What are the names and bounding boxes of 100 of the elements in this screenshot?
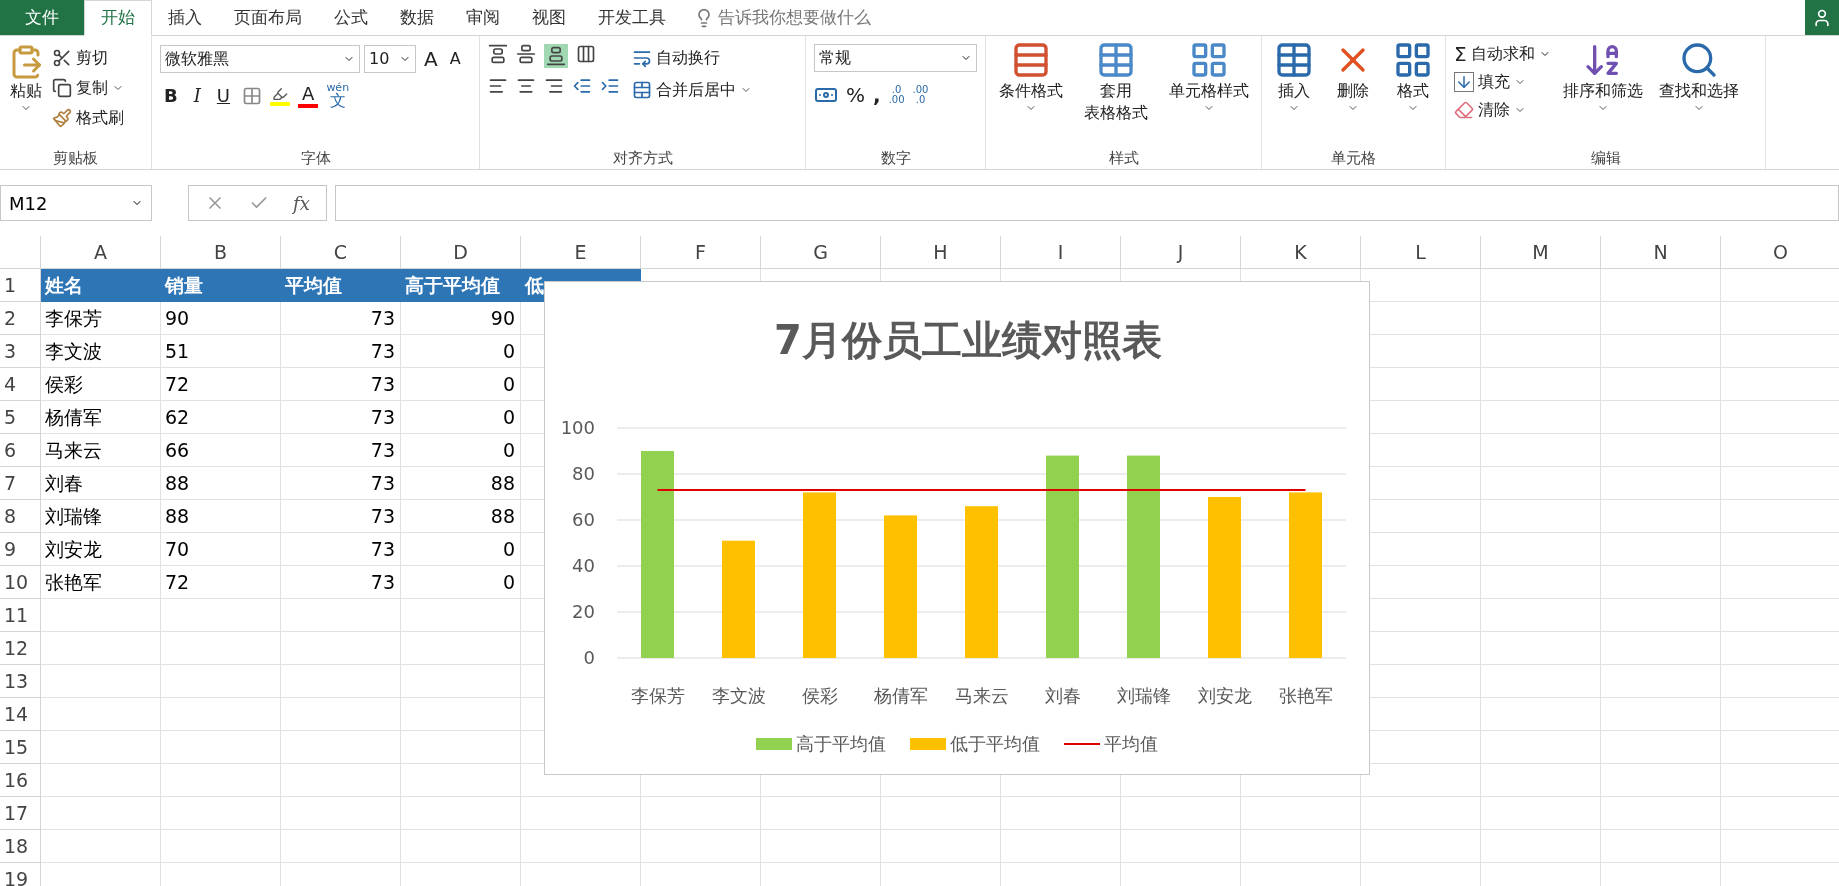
header-cell: 姓名 (41, 269, 161, 302)
column-header[interactable]: K (1241, 236, 1361, 269)
row-header[interactable]: 9 (0, 533, 41, 566)
table-cell-text: 马来云 (44, 438, 103, 464)
row-header[interactable]: 12 (0, 632, 41, 665)
row-header[interactable]: 17 (0, 797, 41, 830)
ribbon-button[interactable]: 合并后居中 (632, 76, 752, 104)
italic-button[interactable]: I (189, 82, 205, 109)
indent-increase-icon[interactable] (600, 76, 620, 96)
ribbon-button[interactable]: 套用 表格格式 (1079, 40, 1152, 147)
ribbon-button[interactable]: 单元格样式 (1164, 40, 1253, 147)
align-middle-icon[interactable] (516, 44, 536, 64)
bold-button[interactable]: B (160, 82, 182, 109)
ribbon-tab[interactable]: 审阅 (450, 0, 516, 35)
table-cell-text: 张艳军 (44, 570, 103, 596)
formula-field[interactable] (334, 185, 1839, 221)
ribbon-button[interactable]: 格式 (1389, 40, 1438, 147)
ribbon-button[interactable]: 插入 (1269, 40, 1318, 147)
column-header[interactable]: O (1721, 236, 1839, 269)
tell-me-field[interactable]: 告诉我你想要做什么 (718, 4, 938, 31)
legend-label: 高于平均值 (796, 732, 886, 756)
font-color-button[interactable]: A (298, 83, 319, 108)
category-label: 张艳军 (1278, 685, 1333, 706)
align-left-icon[interactable] (488, 76, 508, 96)
row-header[interactable]: 15 (0, 731, 41, 764)
column-header[interactable]: L (1361, 236, 1481, 269)
ribbon-button[interactable]: 自动换行 (632, 44, 752, 72)
indent-decrease-icon[interactable] (572, 76, 592, 96)
comma-button[interactable]: , (873, 80, 881, 110)
legend-swatch (756, 737, 792, 750)
number-format-field[interactable]: 常规 (814, 44, 977, 72)
align-bottom-icon[interactable] (544, 44, 568, 68)
table-cell-text: 88 (489, 504, 516, 530)
table-cell-text: 88 (164, 471, 191, 497)
column-header[interactable]: F (641, 236, 761, 269)
row-header[interactable]: 3 (0, 335, 41, 368)
category-label: 刘瑞锋 (1116, 685, 1171, 706)
row-header[interactable]: 13 (0, 665, 41, 698)
column-header[interactable]: H (881, 236, 1001, 269)
ribbon-button[interactable]: 查找和选择 (1654, 40, 1743, 147)
borders-icon[interactable] (242, 85, 263, 106)
scissors-icon (52, 48, 72, 68)
column-header[interactable]: M (1481, 236, 1601, 269)
table-cell-text: 73 (369, 438, 396, 464)
fill-color-icon[interactable] (270, 85, 291, 106)
table-cell-text: 刘瑞锋 (44, 504, 103, 530)
axis-tick-label: 100 (560, 417, 595, 438)
row-header[interactable]: 6 (0, 434, 41, 467)
ribbon-tab[interactable]: 视图 (516, 0, 582, 35)
font-name-field[interactable]: 微软雅黑 (160, 45, 360, 73)
row-header[interactable]: 8 (0, 500, 41, 533)
font-size-field[interactable]: 10 (364, 45, 416, 73)
ribbon-tab[interactable]: 公式 (318, 0, 384, 35)
ribbon-tab[interactable]: 页面布局 (218, 0, 318, 35)
ribbon-button[interactable]: 剪切 (52, 44, 124, 72)
align-top-icon[interactable] (488, 44, 508, 64)
ribbon-tab[interactable]: 插入 (152, 0, 218, 35)
phonetic-button[interactable]: wén 文 (326, 82, 350, 109)
row-header[interactable]: 4 (0, 368, 41, 401)
autosum-button[interactable]: Σ 自动求和 (1454, 40, 1551, 68)
table-cell-text: 侯彩 (44, 372, 84, 398)
grow-font-button[interactable]: A (420, 44, 442, 74)
ribbon-button[interactable]: 填充 (1454, 68, 1551, 96)
align-right-icon[interactable] (544, 76, 564, 96)
row-header[interactable]: 5 (0, 401, 41, 434)
percent-button[interactable]: % (846, 80, 865, 110)
ribbon-tab[interactable]: 开始 (84, 0, 152, 36)
row-header[interactable]: 14 (0, 698, 41, 731)
table-cell-text: 90 (489, 306, 516, 332)
ribbon-button[interactable]: 复制 (52, 74, 124, 102)
row-header[interactable]: 19 (0, 863, 41, 886)
decrease-decimal-button[interactable]: .00 .0 (912, 85, 929, 105)
shrink-font-button[interactable]: A (445, 47, 465, 71)
underline-button[interactable]: U (212, 82, 235, 109)
increase-decimal-button[interactable]: .0 .00 (888, 85, 905, 105)
column-header[interactable]: N (1601, 236, 1721, 269)
table-cell-text: 0 (501, 405, 516, 431)
row-header[interactable]: 7 (0, 467, 41, 500)
ribbon-button[interactable]: 条件格式 (994, 40, 1067, 147)
ribbon-button[interactable]: 清除 (1454, 96, 1551, 124)
row-header[interactable]: 10 (0, 566, 41, 599)
ribbon-button[interactable]: 排序和筛选 (1558, 40, 1647, 147)
row-header[interactable]: 2 (0, 302, 41, 335)
merge-icon (632, 80, 652, 100)
insert-function-button[interactable]: fx (293, 189, 310, 217)
column-header[interactable]: J (1121, 236, 1241, 269)
align-center-icon[interactable] (516, 76, 536, 96)
column-header[interactable]: G (761, 236, 881, 269)
account-icon[interactable] (1805, 0, 1839, 35)
column-header[interactable]: I (1001, 236, 1121, 269)
row-header[interactable]: 18 (0, 830, 41, 863)
ribbon-button[interactable]: 格式刷 (52, 104, 124, 132)
ribbon-button[interactable]: 删除 (1329, 40, 1378, 147)
ribbon-tab[interactable]: 数据 (384, 0, 450, 35)
ribbon-tab[interactable]: 开发工具 (582, 0, 682, 35)
ribbon-button[interactable]: 粘贴 (4, 44, 48, 147)
row-header[interactable]: 11 (0, 599, 41, 632)
row-header[interactable]: 16 (0, 764, 41, 797)
name-box[interactable]: M12 (0, 185, 152, 221)
file-tab[interactable]: 文件 (0, 0, 84, 35)
